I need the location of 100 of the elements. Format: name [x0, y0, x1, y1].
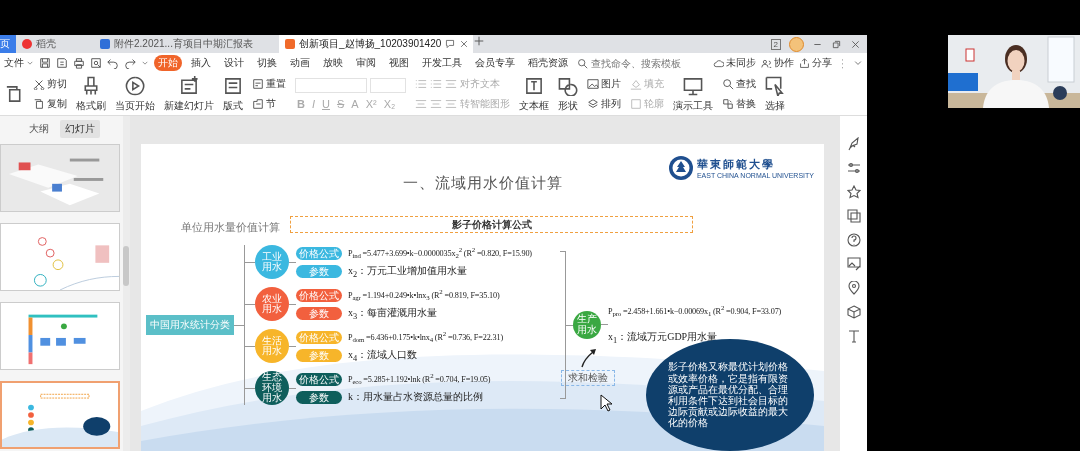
frames-icon[interactable]	[846, 209, 861, 223]
plus-icon[interactable]	[473, 35, 485, 47]
pane-tab[interactable]: 幻灯片	[59, 120, 100, 138]
text-icon[interactable]	[846, 329, 861, 343]
menu-tab[interactable]: 切换	[253, 55, 281, 71]
star-icon[interactable]	[846, 185, 861, 199]
export-icon[interactable]	[56, 57, 68, 69]
menu-tab[interactable]: 插入	[187, 55, 215, 71]
parameter-text: x$_{4}$：流域人口数	[348, 347, 418, 363]
search-icon[interactable]	[577, 57, 588, 69]
menu-tab[interactable]: 视图	[385, 55, 413, 71]
layout-icon[interactable]	[223, 75, 243, 96]
text-box-icon[interactable]	[524, 75, 544, 96]
toolbar-link[interactable]: 协作	[774, 56, 794, 70]
play-icon[interactable]	[125, 75, 145, 96]
toolbar-link[interactable]: 分享	[812, 56, 832, 70]
window-count-badge[interactable]: 2	[770, 38, 781, 50]
slide-title: 一、流域用水价值计算	[402, 174, 563, 193]
replace-icon[interactable]	[722, 98, 734, 110]
caret-icon[interactable]	[26, 59, 34, 67]
redo-icon[interactable]	[124, 57, 136, 69]
document-tab[interactable]: 附件2.2021...育项目中期汇报表	[94, 35, 274, 53]
scissors-icon[interactable]	[33, 78, 45, 90]
ribbon-button[interactable]: 图片	[587, 77, 621, 91]
location-pin-icon[interactable]	[846, 281, 861, 295]
share-icon[interactable]	[799, 57, 810, 69]
menu-tab[interactable]: 会员专享	[471, 55, 519, 71]
parameter-tag: 参数	[296, 306, 342, 320]
copy-icon[interactable]	[33, 98, 45, 110]
ribbon-button[interactable]: 查找	[722, 77, 756, 91]
ribbon-button[interactable]: 节	[252, 97, 286, 111]
ribbon-button[interactable]: 排列	[587, 97, 621, 111]
toolbar-link[interactable]: 未同步	[726, 56, 756, 70]
file-menu[interactable]: 文件	[4, 56, 24, 70]
print-preview-icon[interactable]	[90, 57, 102, 69]
menu-tab[interactable]: 审阅	[352, 55, 380, 71]
slide-thumbnail[interactable]	[0, 381, 120, 449]
new-slide-icon[interactable]	[179, 75, 199, 96]
paste-icon[interactable]	[4, 84, 24, 104]
ribbon-button[interactable]: 替换	[722, 97, 756, 111]
document-tab[interactable]: 创新项目_赵博扬_10203901420	[279, 35, 473, 53]
close-icon[interactable]	[459, 39, 470, 49]
section-label: 单位用水量价值计算	[181, 220, 280, 235]
search-icon[interactable]	[722, 78, 734, 90]
slide-thumbnail[interactable]	[0, 302, 120, 370]
cloud-icon[interactable]	[713, 57, 724, 69]
comment-icon[interactable]	[445, 39, 456, 49]
price-formula: P$_{dom}$ =6.436+0.175•k•lnx$_{4}$ (R$^{2}$ =0.736, F=22.31)	[348, 330, 504, 344]
document-tab[interactable]: 稻壳	[16, 35, 94, 53]
cube-icon[interactable]	[846, 305, 861, 319]
close-icon[interactable]	[850, 38, 861, 50]
menu-tab[interactable]: 放映	[319, 55, 347, 71]
image-icon[interactable]	[587, 78, 599, 90]
save-icon[interactable]	[39, 57, 51, 69]
ribbon-button[interactable]: 新建幻灯片	[164, 75, 214, 113]
help-icon[interactable]	[846, 233, 861, 247]
reset-icon[interactable]	[252, 78, 264, 90]
category-node: 生活用水	[255, 329, 289, 363]
ribbon-button[interactable]: 复制	[33, 97, 67, 111]
ribbon-button[interactable]: 演示工具	[673, 75, 713, 113]
image-edit-icon[interactable]	[846, 257, 861, 271]
price-formula: P$_{agr}$ =1.194+0.249•k•lnx$_{3}$ (R$^{2}$ =0.819, F=35.10)	[348, 288, 501, 302]
ribbon-button[interactable]: 格式刷	[76, 75, 106, 113]
shape-icon[interactable]	[558, 75, 578, 96]
caret-icon[interactable]	[141, 59, 149, 67]
restore-icon[interactable]	[831, 38, 842, 50]
ribbon-button[interactable]: 版式	[223, 75, 243, 113]
ribbon-button[interactable]: 重置	[252, 77, 286, 91]
search-field[interactable]: 查找命令、搜索模板	[591, 57, 683, 69]
font-name-field[interactable]	[295, 78, 367, 93]
menu-tab[interactable]: 设计	[220, 55, 248, 71]
ribbon-button[interactable]: 形状	[558, 75, 578, 113]
undo-icon[interactable]	[107, 57, 119, 69]
root-node: 中国用水统计分类	[146, 315, 234, 335]
slide-thumbnail[interactable]	[0, 144, 120, 212]
formula-tag: 价格公式	[296, 288, 342, 302]
price-formula: P$_{pro}$ =2.458+1.661•k−0.00069x$_{1}$ (R$^{2}$ =0.904, F=33.07)	[608, 304, 782, 318]
menu-tab[interactable]: 动画	[286, 55, 314, 71]
menu-tab[interactable]: 稻壳资源	[524, 55, 572, 71]
university-emblem-icon	[667, 155, 694, 181]
people-icon[interactable]	[761, 57, 772, 69]
ribbon-button[interactable]: 选择	[765, 75, 785, 113]
select-icon[interactable]	[765, 75, 785, 96]
ribbon-button[interactable]: 文本框	[519, 75, 549, 113]
font-size-field[interactable]	[370, 78, 406, 93]
section-icon[interactable]	[252, 98, 264, 110]
pane-tab[interactable]: 大纲	[23, 120, 54, 138]
presenter-icon[interactable]	[683, 75, 703, 96]
parameter-text: x$_{2}$：万元工业增加值用水量	[348, 263, 468, 279]
scrollbar-thumb[interactable]	[123, 246, 129, 286]
layers-icon[interactable]	[587, 98, 599, 110]
slide-thumbnail[interactable]	[0, 223, 120, 291]
print-icon[interactable]	[73, 57, 85, 69]
document-tab[interactable]: 页	[0, 35, 16, 53]
sliders-icon[interactable]	[846, 161, 861, 175]
formula-header-box: 影子价格计算公式	[290, 216, 693, 233]
menu-tab[interactable]: 开发工具	[418, 55, 466, 71]
ribbon-button[interactable]: 剪切	[33, 77, 67, 91]
price-formula: P$_{ind}$ =5.477+3.699•k−0.0000035x$_{2}$$^{2}$ (R$^{2}$ =0.820, F=15.90)	[348, 246, 533, 260]
ribbon-button[interactable]: 当页开始	[115, 75, 155, 113]
